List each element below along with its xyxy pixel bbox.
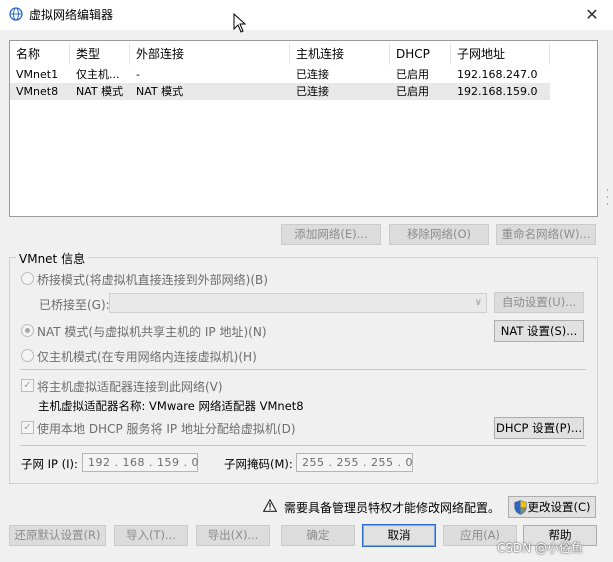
cell-external: - xyxy=(136,68,140,81)
cell-name: VMnet1 xyxy=(16,68,59,81)
import-button[interactable]: 导入(T)... xyxy=(114,525,188,546)
list-header: 名称 类型 外部连接 主机连接 DHCP 子网地址 xyxy=(10,43,550,65)
add-network-button[interactable]: 添加网络(E)... xyxy=(281,224,381,245)
separator xyxy=(20,445,586,446)
subnet-ip-label: 子网 IP (I): xyxy=(21,457,78,471)
cell-host: 已连接 xyxy=(296,85,329,98)
subnet-mask-label: 子网掩码(M): xyxy=(224,457,293,471)
shield-icon xyxy=(514,500,527,515)
host-only-label: 仅主机模式(在专用网络内连接虚拟机)(H) xyxy=(37,350,257,364)
connect-adapter-checkbox[interactable]: ✓ xyxy=(21,379,34,392)
nat-mode-radio[interactable] xyxy=(21,324,34,337)
dhcp-checkbox[interactable]: ✓ xyxy=(21,421,34,434)
cell-type: NAT 模式 xyxy=(76,85,124,98)
mouse-cursor-icon xyxy=(233,13,247,33)
cell-dhcp: 已启用 xyxy=(396,85,429,98)
column-header-dhcp[interactable]: DHCP xyxy=(390,43,451,65)
bridged-to-select[interactable]: ∨ xyxy=(109,293,487,313)
watermark: CSDN @小俗鱼 xyxy=(497,541,584,555)
column-header-type[interactable]: 类型 xyxy=(70,43,130,65)
restore-defaults-button[interactable]: 还原默认设置(R) xyxy=(9,525,106,546)
cell-name: VMnet8 xyxy=(16,85,59,98)
adapter-name-text: 主机虚拟适配器名称: VMware 网络适配器 VMnet8 xyxy=(38,399,304,413)
export-button[interactable]: 导出(X)... xyxy=(196,525,270,546)
network-globe-icon xyxy=(9,7,23,21)
ok-button[interactable]: 确定 xyxy=(281,525,355,546)
change-settings-label: 更改设置(C) xyxy=(527,500,591,514)
column-header-external[interactable]: 外部连接 xyxy=(130,43,290,65)
connect-adapter-label: 将主机虚拟适配器连接到此网络(V) xyxy=(37,380,223,394)
subnet-mask-input[interactable]: 255 . 255 . 255 . 0 xyxy=(296,453,413,472)
admin-warning-text: 需要具备管理员特权才能修改网络配置。 xyxy=(284,501,501,515)
close-icon[interactable]: ✕ xyxy=(580,3,604,25)
dhcp-label: 使用本地 DHCP 服务将 IP 地址分配给虚拟机(D) xyxy=(37,422,296,436)
bridge-mode-label: 桥接模式(将虚拟机直接连接到外部网络)(B) xyxy=(37,273,268,287)
network-list[interactable]: 名称 类型 外部连接 主机连接 DHCP 子网地址 VMnet1 仅主机... … xyxy=(9,40,598,217)
cell-subnet: 192.168.247.0 xyxy=(457,68,538,81)
bridge-mode-radio[interactable] xyxy=(21,272,34,285)
change-settings-button[interactable]: 更改设置(C) xyxy=(508,496,596,518)
column-header-host[interactable]: 主机连接 xyxy=(290,43,390,65)
cell-dhcp: 已启用 xyxy=(396,68,429,81)
cell-type: 仅主机... xyxy=(76,68,120,81)
window-title: 虚拟网络编辑器 xyxy=(29,8,114,22)
separator xyxy=(20,369,586,370)
subnet-ip-input[interactable]: 192 . 168 . 159 . 0 xyxy=(82,453,198,472)
nat-mode-label: NAT 模式(与虚拟机共享主机的 IP 地址)(N) xyxy=(37,325,267,339)
group-label: VMnet 信息 xyxy=(16,250,89,267)
cancel-button[interactable]: 取消 xyxy=(362,524,436,547)
nat-settings-button[interactable]: NAT 设置(S)... xyxy=(494,320,584,342)
cell-subnet: 192.168.159.0 xyxy=(457,85,538,98)
rename-network-button[interactable]: 重命名网络(W)... xyxy=(496,224,596,245)
remove-network-button[interactable]: 移除网络(O) xyxy=(389,224,489,245)
warning-icon xyxy=(263,499,277,512)
cell-host: 已连接 xyxy=(296,68,329,81)
cell-external: NAT 模式 xyxy=(136,85,184,98)
host-only-radio[interactable] xyxy=(21,349,34,362)
auto-settings-button[interactable]: 自动设置(U)... xyxy=(494,292,584,313)
table-row-selected[interactable]: VMnet8 NAT 模式 NAT 模式 已连接 已启用 192.168.159… xyxy=(10,83,550,100)
table-row[interactable]: VMnet1 仅主机... - 已连接 已启用 192.168.247.0 xyxy=(10,66,550,83)
chevron-down-icon: ∨ xyxy=(474,297,482,308)
dhcp-settings-button[interactable]: DHCP 设置(P)... xyxy=(494,417,584,439)
resize-grip-icon: · · · xyxy=(606,186,609,210)
bridged-to-label: 已桥接至(G): xyxy=(39,298,110,312)
column-header-subnet[interactable]: 子网地址 xyxy=(451,43,550,65)
column-header-name[interactable]: 名称 xyxy=(10,43,70,65)
